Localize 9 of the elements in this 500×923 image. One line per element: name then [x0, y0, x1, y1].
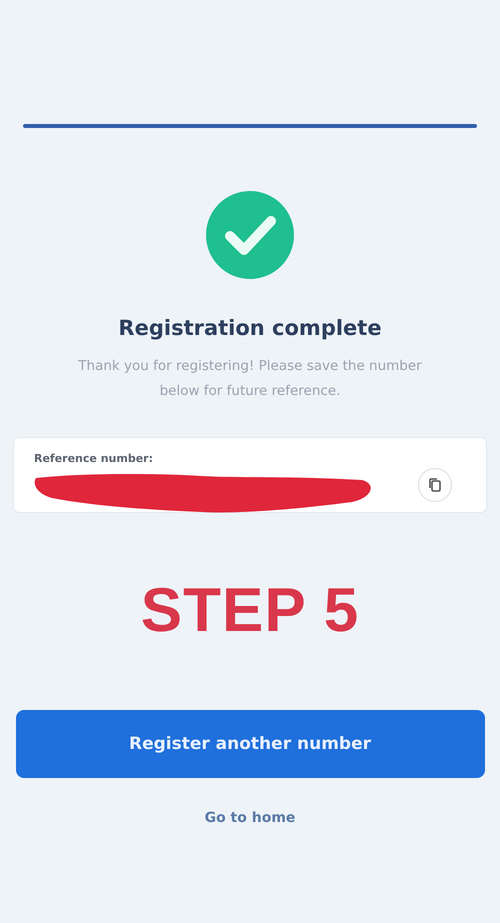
step-annotation: STEP 5: [140, 575, 360, 646]
copy-button[interactable]: [418, 468, 452, 502]
title: Registration complete: [118, 316, 382, 340]
home-link[interactable]: Go to home: [204, 810, 296, 826]
message: Thank you for registering! Please save the number below for future reference.: [77, 357, 423, 401]
check-icon: [205, 190, 295, 280]
copy-icon: [429, 478, 441, 492]
reference-label: Reference number:: [34, 452, 153, 465]
register-another-button[interactable]: Register another number: [16, 710, 484, 778]
